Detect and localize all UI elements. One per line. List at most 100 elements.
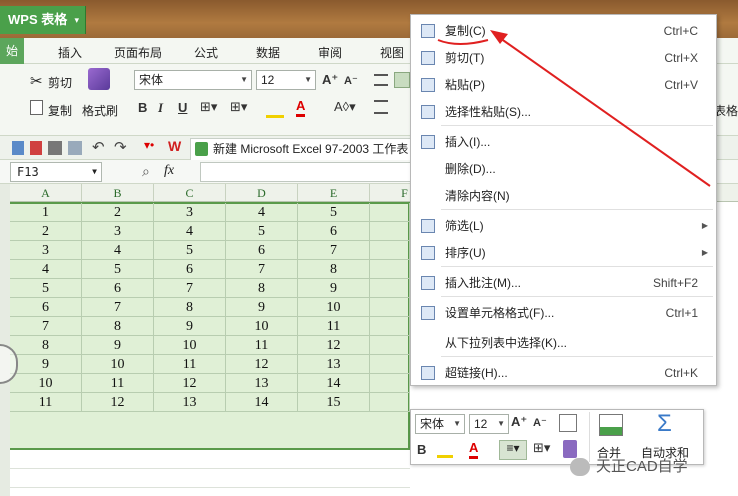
- table-cell[interactable]: 13: [298, 355, 370, 374]
- table-cell[interactable]: 11: [298, 317, 370, 336]
- context-menu-item[interactable]: 筛选(L) ▶: [411, 213, 716, 239]
- table-cell[interactable]: 4: [82, 241, 154, 260]
- mini-border-icon[interactable]: ⊞▾: [533, 440, 550, 456]
- table-cell[interactable]: 8: [154, 298, 226, 317]
- table-cell-f[interactable]: [370, 279, 410, 298]
- table-cell[interactable]: 3: [82, 222, 154, 241]
- shortcut-label: Ctrl+1: [665, 306, 698, 320]
- mini-bold-button[interactable]: B: [417, 442, 426, 457]
- table-cell[interactable]: 7: [154, 279, 226, 298]
- table-cell[interactable]: 7: [298, 241, 370, 260]
- context-menu-item[interactable]: 设置单元格格式(F)... Ctrl+1: [411, 300, 716, 326]
- table-cell[interactable]: 4: [10, 260, 82, 279]
- table-cell[interactable]: 11: [10, 393, 82, 412]
- shortcut-label: Ctrl+C: [663, 24, 698, 38]
- table-cell[interactable]: 4: [154, 222, 226, 241]
- table-cell[interactable]: 9: [10, 355, 82, 374]
- table-cell[interactable]: 2: [10, 222, 82, 241]
- table-cell-f[interactable]: [370, 393, 410, 412]
- context-menu-item[interactable]: 从下拉列表中选择(K)...: [411, 330, 716, 356]
- table-cell[interactable]: 7: [10, 317, 82, 336]
- table-cell[interactable]: 14: [298, 374, 370, 393]
- table-cell[interactable]: 8: [82, 317, 154, 336]
- table-cell[interactable]: 5: [82, 260, 154, 279]
- mini-font-color-icon[interactable]: A: [469, 440, 479, 459]
- table-cell-f[interactable]: [370, 374, 410, 393]
- table-cell[interactable]: 10: [10, 374, 82, 393]
- table-cell[interactable]: 2: [82, 203, 154, 222]
- context-menu-label: 筛选(L): [445, 219, 484, 233]
- context-menu-item[interactable]: 剪切(T) Ctrl+X: [411, 45, 716, 71]
- mini-align-center-icon[interactable]: ≡▾: [499, 440, 527, 460]
- table-cell[interactable]: 3: [10, 241, 82, 260]
- context-menu-item[interactable]: 选择性粘贴(S)...: [411, 99, 716, 125]
- context-menu-item[interactable]: 排序(U) ▶: [411, 240, 716, 266]
- table-cell[interactable]: 5: [298, 203, 370, 222]
- context-menu-item[interactable]: 插入批注(M)... Shift+F2: [411, 270, 716, 296]
- table-cell-f[interactable]: [370, 222, 410, 241]
- merge-icon[interactable]: [599, 414, 623, 436]
- table-cell[interactable]: 1: [10, 203, 82, 222]
- table-cell[interactable]: 5: [10, 279, 82, 298]
- autosum-icon[interactable]: Σ: [657, 410, 672, 438]
- table-cell-f[interactable]: [370, 355, 410, 374]
- table-cell[interactable]: 8: [10, 336, 82, 355]
- menu-separator: [441, 266, 713, 267]
- mini-grow-font-button[interactable]: A⁺: [511, 414, 527, 430]
- table-cell-f[interactable]: [370, 317, 410, 336]
- table-cell[interactable]: 12: [298, 336, 370, 355]
- table-cell[interactable]: 12: [226, 355, 298, 374]
- table-cell-f[interactable]: [370, 241, 410, 260]
- context-menu-item[interactable]: 粘贴(P) Ctrl+V: [411, 72, 716, 98]
- watermark-text: 天正CAD自学: [596, 458, 688, 475]
- table-cell[interactable]: 10: [298, 298, 370, 317]
- table-cell[interactable]: 15: [298, 393, 370, 412]
- table-cell[interactable]: 7: [226, 260, 298, 279]
- table-cell-f[interactable]: [370, 260, 410, 279]
- mini-size-select[interactable]: 12 ▼: [469, 414, 509, 434]
- table-cell-f[interactable]: [370, 203, 410, 222]
- mini-fill-color-icon[interactable]: [437, 442, 453, 458]
- context-menu-item[interactable]: 清除内容(N): [411, 183, 716, 209]
- table-cell[interactable]: 10: [226, 317, 298, 336]
- table-cell[interactable]: 11: [82, 374, 154, 393]
- table-cell[interactable]: 12: [82, 393, 154, 412]
- paste-icon: [421, 78, 435, 92]
- table-cell[interactable]: 6: [298, 222, 370, 241]
- wechat-icon: [570, 458, 590, 476]
- table-cell[interactable]: 8: [298, 260, 370, 279]
- context-menu-item[interactable]: 删除(D)...: [411, 156, 716, 182]
- table-cell[interactable]: 6: [154, 260, 226, 279]
- table-cell[interactable]: 8: [226, 279, 298, 298]
- table-cell[interactable]: 7: [82, 298, 154, 317]
- table-cell[interactable]: 5: [154, 241, 226, 260]
- table-cell-f[interactable]: [370, 298, 410, 317]
- table-cell-f[interactable]: [370, 336, 410, 355]
- table-cell[interactable]: 6: [82, 279, 154, 298]
- table-cell[interactable]: 9: [298, 279, 370, 298]
- table-cell[interactable]: 12: [154, 374, 226, 393]
- table-cell[interactable]: 4: [226, 203, 298, 222]
- table-cell[interactable]: 13: [154, 393, 226, 412]
- shortcut-label: Shift+F2: [652, 276, 698, 290]
- context-menu-item[interactable]: 复制(C) Ctrl+C: [411, 18, 716, 44]
- mini-format-icon[interactable]: [559, 414, 577, 432]
- table-cell[interactable]: 10: [82, 355, 154, 374]
- mini-shrink-font-button[interactable]: A⁻: [533, 416, 547, 429]
- table-cell[interactable]: 9: [226, 298, 298, 317]
- context-menu-item[interactable]: 超链接(H)... Ctrl+K: [411, 360, 716, 386]
- table-cell[interactable]: 5: [226, 222, 298, 241]
- table-cell[interactable]: 6: [226, 241, 298, 260]
- table-cell[interactable]: 9: [154, 317, 226, 336]
- table-cell[interactable]: 14: [226, 393, 298, 412]
- table-cell[interactable]: 11: [154, 355, 226, 374]
- table-cell[interactable]: 6: [10, 298, 82, 317]
- context-menu-item[interactable]: 插入(I)...: [411, 129, 716, 155]
- table-cell[interactable]: 3: [154, 203, 226, 222]
- context-menu-label: 超链接(H)...: [445, 366, 508, 380]
- table-cell[interactable]: 10: [154, 336, 226, 355]
- table-cell[interactable]: 13: [226, 374, 298, 393]
- table-cell[interactable]: 9: [82, 336, 154, 355]
- table-cell[interactable]: 11: [226, 336, 298, 355]
- mini-font-select[interactable]: 宋体 ▼: [415, 414, 465, 434]
